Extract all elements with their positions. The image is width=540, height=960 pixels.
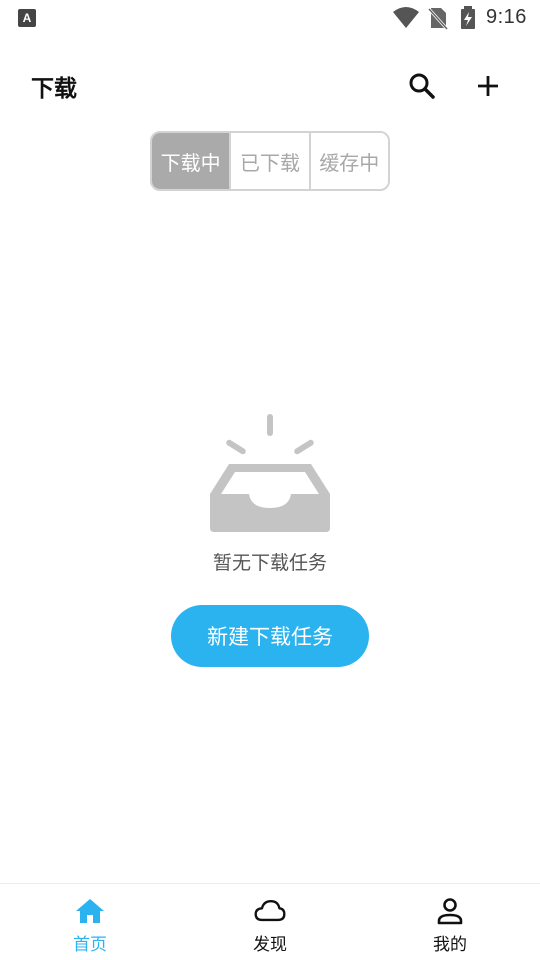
tab-downloading[interactable]: 下载中 bbox=[152, 133, 230, 189]
user-icon bbox=[437, 898, 463, 925]
search-icon bbox=[409, 73, 435, 99]
nav-discover-label: 发现 bbox=[253, 935, 287, 955]
empty-message: 暂无下载任务 bbox=[212, 552, 327, 574]
no-sim-icon bbox=[428, 7, 448, 30]
bottom-nav: 首页 发现 我的 bbox=[0, 883, 540, 960]
status-bar: A 9:16 bbox=[0, 0, 540, 36]
nav-home-label: 首页 bbox=[73, 935, 107, 955]
status-time: 9:16 bbox=[486, 6, 527, 28]
nav-home[interactable]: 首页 bbox=[0, 884, 180, 960]
add-button[interactable] bbox=[470, 68, 506, 104]
nav-mine-label: 我的 bbox=[433, 935, 467, 955]
wifi-icon bbox=[393, 7, 419, 28]
cloud-icon bbox=[254, 899, 286, 922]
battery-charging-icon bbox=[461, 6, 475, 29]
app-screen: A 9:16 下载 下载中 已下载 缓存中 暂无下载任务 新建下载任务 首页 发… bbox=[0, 0, 540, 960]
page-title: 下载 bbox=[31, 76, 77, 102]
new-download-task-button[interactable]: 新建下载任务 bbox=[171, 605, 369, 667]
search-button[interactable] bbox=[404, 68, 440, 104]
tab-caching[interactable]: 缓存中 bbox=[308, 133, 388, 189]
tab-downloaded[interactable]: 已下载 bbox=[229, 133, 309, 189]
text-input-icon: A bbox=[18, 9, 36, 27]
nav-mine[interactable]: 我的 bbox=[360, 884, 540, 960]
plus-icon bbox=[478, 76, 498, 96]
nav-discover[interactable]: 发现 bbox=[180, 884, 360, 960]
empty-inbox-icon bbox=[210, 414, 330, 532]
home-icon bbox=[76, 899, 104, 923]
download-tabs: 下载中 已下载 缓存中 bbox=[150, 131, 390, 191]
top-bar: 下载 bbox=[0, 56, 540, 116]
